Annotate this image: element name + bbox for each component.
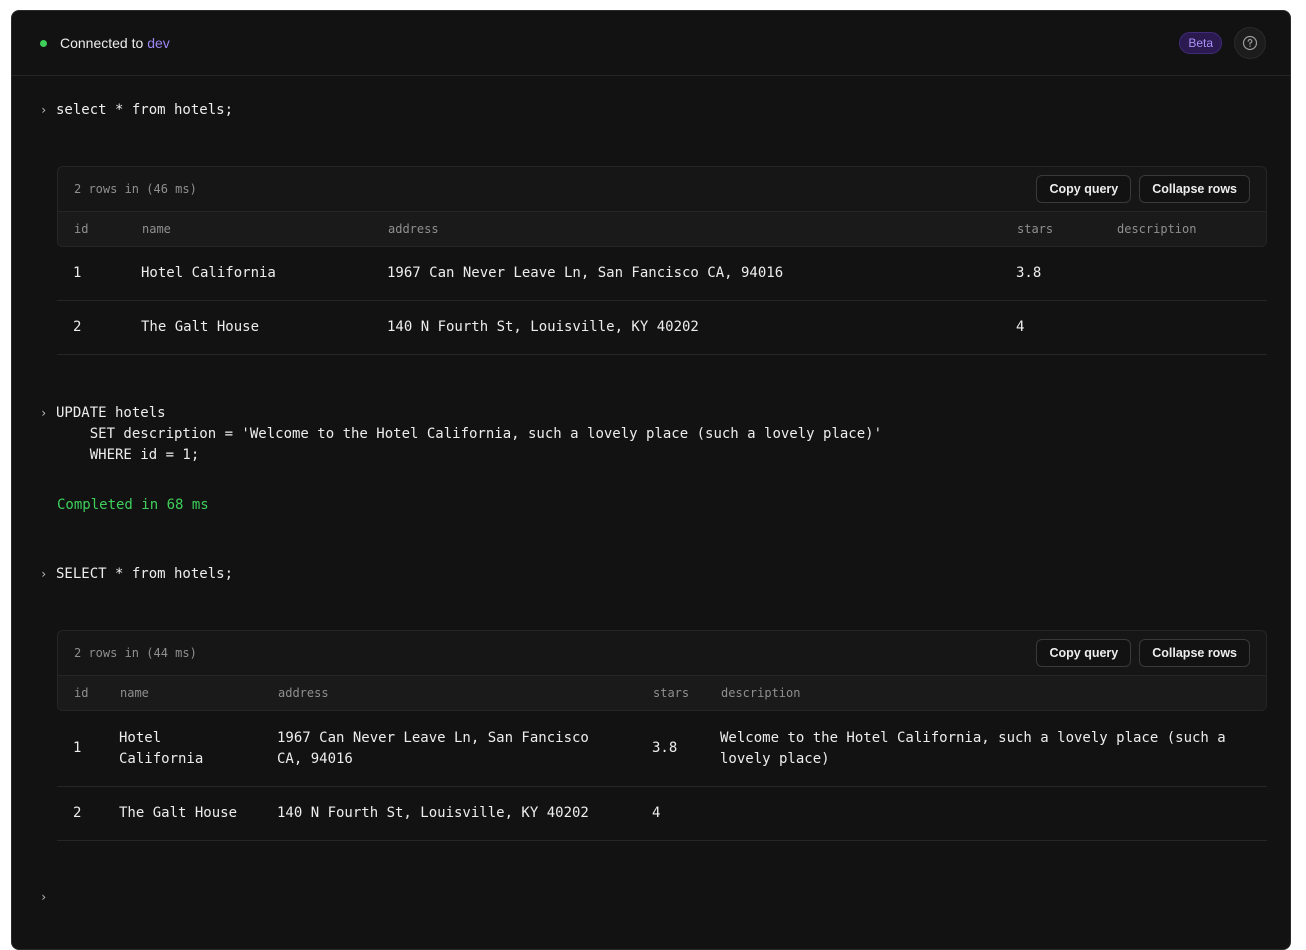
column-header-stars: stars [653,686,690,700]
cell-stars: 3.8 [1016,265,1042,281]
table-row: 1 Hotel California 1967 Can Never Leave … [57,247,1267,301]
connection-header: Connected to dev Beta [12,11,1290,76]
sql-console-window: Connected to dev Beta › select * from hot… [11,10,1291,950]
cell-name: The Galt House [141,319,260,335]
column-header-description: description [721,686,801,700]
cell-address: 1967 Can Never Leave Ln, San Fancisco CA… [277,729,589,767]
query-entry: › select * from hotels; [40,100,233,121]
result-table: 2 rows in (44 ms) Copy query Collapse ro… [57,630,1267,841]
column-header-stars: stars [1017,222,1054,236]
column-header-id: id [74,686,89,700]
result-table: 2 rows in (46 ms) Copy query Collapse ro… [57,166,1267,355]
query-entry: › SELECT * from hotels; [40,564,233,585]
table-row: 2 The Galt House 140 N Fourth St, Louisv… [57,787,1267,841]
cell-id: 2 [73,805,82,821]
cell-id: 1 [73,740,82,756]
copy-query-button[interactable]: Copy query [1036,639,1132,667]
query-input-line[interactable]: › [40,887,1260,908]
connection-prefix: Connected to [60,35,144,51]
beta-badge: Beta [1179,32,1222,54]
connection-environment: dev [147,35,170,51]
copy-query-button[interactable]: Copy query [1036,175,1132,203]
cell-stars: 4 [652,805,661,821]
query-text: select * from hotels; [56,102,234,118]
connection-status-dot [40,39,47,47]
question-circle-icon [1242,35,1258,51]
query-text: SELECT * from hotels; [56,566,234,582]
help-button[interactable] [1234,27,1266,59]
prompt-chevron-icon: › [40,103,48,117]
table-row: 2 The Galt House 140 N Fourth St, Louisv… [57,301,1267,355]
column-header-address: address [388,222,439,236]
cell-id: 2 [73,319,82,335]
result-meta: 2 rows in (46 ms) [74,182,197,196]
cell-name: The Galt House [119,805,238,821]
query-entry: › UPDATE hotels SET description = 'Welcom… [40,403,882,466]
cell-stars: 3.8 [652,740,678,756]
cell-address: 1967 Can Never Leave Ln, San Fancisco CA… [387,265,784,281]
cell-id: 1 [73,265,82,281]
column-header-name: name [120,686,149,700]
query-text: UPDATE hotels [56,405,166,421]
cell-name: Hotel California [141,265,276,281]
table-header: id name address stars description [58,676,1266,710]
result-meta: 2 rows in (44 ms) [74,646,197,660]
collapse-rows-button[interactable]: Collapse rows [1139,639,1250,667]
query-text: SET description = 'Welcome to the Hotel … [56,426,883,442]
query-text: WHERE id = 1; [56,447,200,463]
cell-address: 140 N Fourth St, Louisville, KY 40202 [387,319,699,335]
connection-label: Connected to dev [60,35,170,51]
cell-name: Hotel California [119,729,204,767]
column-header-id: id [74,222,89,236]
prompt-chevron-icon: › [40,406,48,420]
column-header-name: name [142,222,171,236]
collapse-rows-button[interactable]: Collapse rows [1139,175,1250,203]
cell-stars: 4 [1016,319,1025,335]
prompt-chevron-icon: › [40,890,48,904]
table-header: id name address stars description [58,212,1266,246]
query-status: Completed in 68 ms [57,497,209,513]
table-row: 1 Hotel California 1967 Can Never Leave … [57,711,1267,787]
cell-address: 140 N Fourth St, Louisville, KY 40202 [277,805,589,821]
column-header-address: address [278,686,329,700]
prompt-chevron-icon: › [40,567,48,581]
column-header-description: description [1117,222,1197,236]
cell-description: Welcome to the Hotel California, such a … [720,729,1226,767]
